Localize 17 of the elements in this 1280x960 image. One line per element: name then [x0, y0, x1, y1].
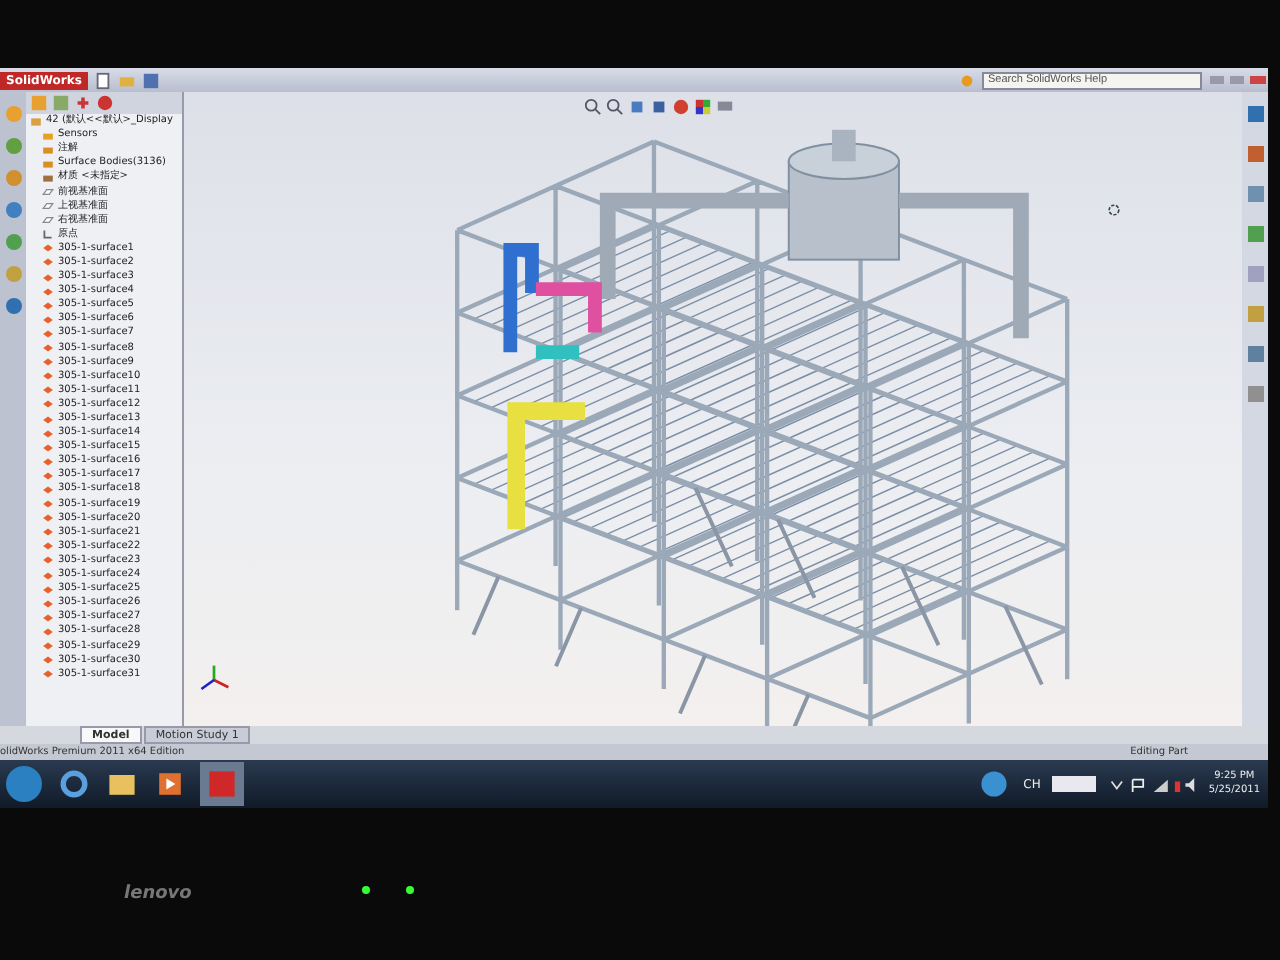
- input-method-field[interactable]: [1052, 776, 1097, 792]
- document-icon[interactable]: [93, 71, 112, 89]
- status-lights-icon: [360, 884, 420, 896]
- palette-icon[interactable]: [694, 98, 712, 116]
- cross-icon[interactable]: [74, 94, 92, 112]
- sphere-icon[interactable]: [96, 94, 114, 112]
- brand-logo: lenovo: [124, 884, 192, 904]
- magnifier-icon[interactable]: [584, 98, 602, 116]
- window-buttons-icon[interactable]: [1208, 72, 1268, 88]
- origin-icon: [42, 228, 54, 241]
- globe-icon[interactable]: [975, 766, 1012, 802]
- magnifier-icon[interactable]: [606, 98, 624, 116]
- sphere-icon[interactable]: [672, 98, 690, 116]
- browser-icon[interactable]: [56, 766, 92, 802]
- tray-icons[interactable]: [1108, 775, 1197, 793]
- start-button[interactable]: [4, 764, 44, 804]
- spinner-icon: [1106, 202, 1122, 218]
